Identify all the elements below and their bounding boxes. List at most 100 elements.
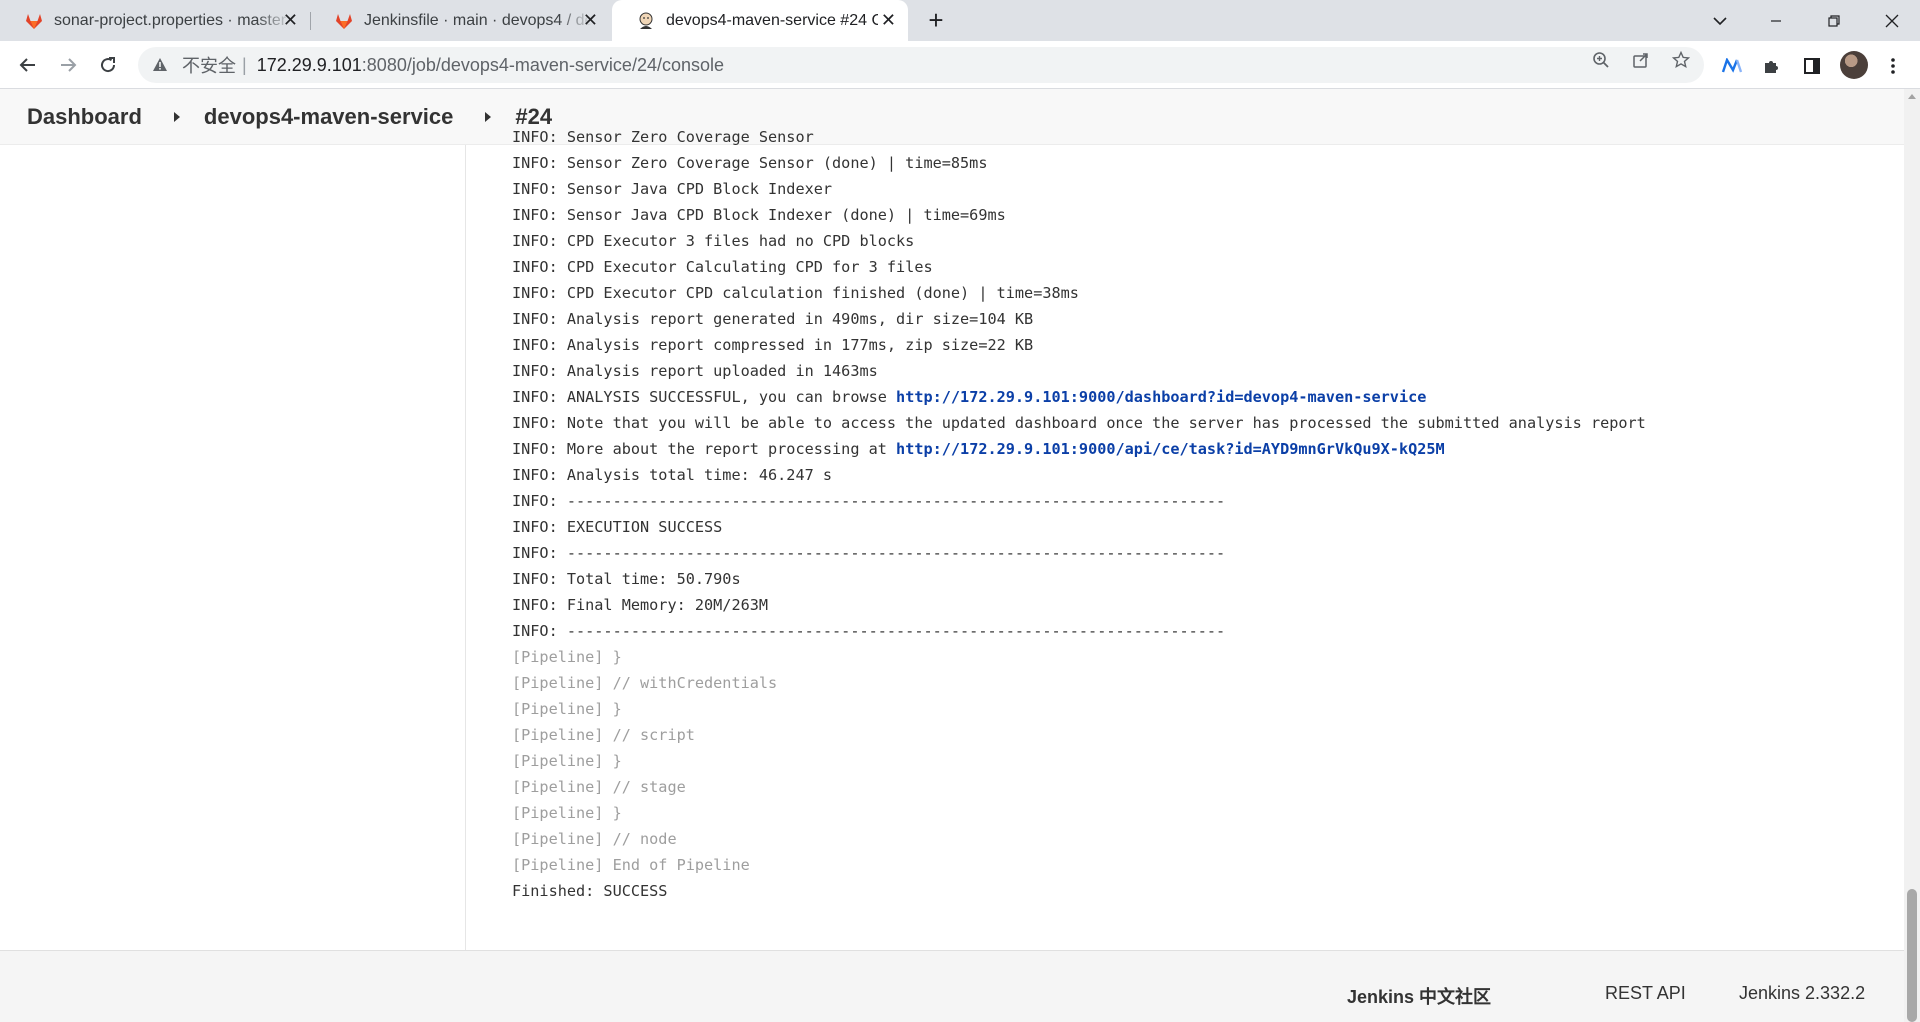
minimize-icon[interactable]	[1748, 0, 1804, 41]
scroll-up-arrow-icon[interactable]	[1908, 94, 1916, 99]
tab-search-icon[interactable]	[1692, 0, 1748, 41]
console-line-text: [Pipeline] }	[512, 700, 622, 718]
browser-tab-sonar[interactable]: sonar-project.properties · master ✕	[0, 0, 310, 41]
gitlab-icon	[336, 13, 352, 29]
gitlab-icon	[26, 13, 42, 29]
footer-community-link[interactable]: Jenkins 中文社区	[1347, 983, 1491, 1009]
console-line-text: INFO: Note that you will be able to acce…	[512, 414, 1646, 432]
console-line: INFO: ----------------------------------…	[512, 488, 1892, 514]
console-line: INFO: ----------------------------------…	[512, 540, 1892, 566]
console-line-text: [Pipeline] }	[512, 648, 622, 666]
console-line: INFO: Sensor Zero Coverage Sensor (done)…	[512, 150, 1892, 176]
console-line: [Pipeline] }	[512, 800, 1892, 826]
console-line-text: INFO: Sensor Zero Coverage Sensor	[512, 128, 814, 146]
reload-icon[interactable]	[92, 49, 124, 81]
extension-n-icon[interactable]	[1721, 55, 1743, 77]
console-line: INFO: Final Memory: 20M/263M	[512, 592, 1892, 618]
console-link[interactable]: http://172.29.9.101:9000/dashboard?id=de…	[896, 388, 1426, 406]
extensions-puzzle-icon[interactable]	[1761, 55, 1783, 77]
zoom-icon[interactable]	[1590, 49, 1612, 71]
console-line-text: [Pipeline] }	[512, 804, 622, 822]
console-line: INFO: CPD Executor Calculating CPD for 3…	[512, 254, 1892, 280]
console-line-text: INFO: CPD Executor 3 files had no CPD bl…	[512, 232, 915, 250]
restore-icon[interactable]	[1806, 0, 1862, 41]
back-icon[interactable]	[12, 49, 44, 81]
security-label: 不安全	[182, 56, 236, 76]
footer-rest-api-link[interactable]: REST API	[1605, 983, 1686, 1004]
browser-tab-strip: sonar-project.properties · master ✕ Jenk…	[0, 0, 1920, 41]
profile-avatar[interactable]	[1840, 51, 1868, 79]
forward-icon[interactable]	[52, 49, 84, 81]
console-line: [Pipeline] // withCredentials	[512, 670, 1892, 696]
console-output: INFO: Sensor Zero Coverage Sensor INFO: S…	[512, 124, 1892, 904]
console-line: INFO: Analysis report generated in 490ms…	[512, 306, 1892, 332]
console-line-text: [Pipeline] }	[512, 752, 622, 770]
console-line: INFO: Sensor Zero Coverage Sensor	[512, 124, 1892, 150]
console-line: [Pipeline] // stage	[512, 774, 1892, 800]
console-line-text: INFO: Sensor Java CPD Block Indexer	[512, 180, 833, 198]
console-line: INFO: Analysis report compressed in 177m…	[512, 332, 1892, 358]
address-bar[interactable]: 不安全 | 172.29.9.101:8080/job/devops4-mave…	[138, 47, 1704, 83]
scrollbar-thumb[interactable]	[1907, 889, 1917, 1022]
console-line-text: INFO: CPD Executor Calculating CPD for 3…	[512, 258, 933, 276]
console-line-text: INFO: Analysis report uploaded in 1463ms	[512, 362, 878, 380]
page-scrollbar[interactable]	[1904, 89, 1920, 1022]
console-line-text: [Pipeline] // script	[512, 726, 695, 744]
console-line: INFO: CPD Executor CPD calculation finis…	[512, 280, 1892, 306]
browser-tab-jenkinsfile[interactable]: Jenkinsfile · main · devops4 / devops4 ✕	[310, 0, 610, 41]
console-line: [Pipeline] // node	[512, 826, 1892, 852]
warning-icon	[153, 58, 167, 71]
console-line-text: INFO: ----------------------------------…	[512, 544, 1226, 562]
console-line: [Pipeline] End of Pipeline	[512, 852, 1892, 878]
console-line: INFO: Analysis report uploaded in 1463ms	[512, 358, 1892, 384]
browser-toolbar: 不安全 | 172.29.9.101:8080/job/devops4-mave…	[0, 41, 1920, 89]
console-line-text: INFO: Analysis report compressed in 177m…	[512, 336, 1034, 354]
console-link[interactable]: http://172.29.9.101:9000/api/ce/task?id=…	[896, 440, 1445, 458]
console-line-text: INFO: Analysis total time: 46.247 s	[512, 466, 833, 484]
close-icon[interactable]: ✕	[881, 10, 896, 31]
close-icon[interactable]: ✕	[583, 10, 598, 31]
console-line: INFO: CPD Executor 3 files had no CPD bl…	[512, 228, 1892, 254]
side-panel	[0, 145, 466, 950]
console-line-text: INFO: EXECUTION SUCCESS	[512, 518, 723, 536]
console-line: INFO: More about the report processing a…	[512, 436, 1892, 462]
console-line-text: Finished: SUCCESS	[512, 882, 668, 900]
address-divider: |	[242, 54, 247, 75]
tab-title: devops4-maven-service #24 Console	[666, 11, 878, 29]
tab-title: Jenkinsfile · main · devops4 / devops4	[364, 11, 592, 29]
console-line-text: INFO: Final Memory: 20M/263M	[512, 596, 769, 614]
close-icon[interactable]: ✕	[283, 10, 298, 31]
chevron-right-icon	[485, 111, 492, 122]
console-line: [Pipeline] }	[512, 748, 1892, 774]
console-line-text: [Pipeline] // withCredentials	[512, 674, 778, 692]
console-line: INFO: Note that you will be able to acce…	[512, 410, 1892, 436]
breadcrumb-job[interactable]: devops4-maven-service	[204, 104, 453, 130]
side-panel-icon[interactable]	[1801, 55, 1823, 77]
url-path: :8080/job/devops4-maven-service/24/conso…	[361, 54, 725, 75]
console-line-text: INFO: Sensor Java CPD Block Indexer (don…	[512, 206, 1006, 224]
console-line: Finished: SUCCESS	[512, 878, 1892, 904]
close-window-icon[interactable]	[1864, 0, 1920, 41]
footer-version[interactable]: Jenkins 2.332.2	[1739, 983, 1865, 1004]
bookmark-star-icon[interactable]	[1670, 49, 1692, 71]
console-line: INFO: ANALYSIS SUCCESSFUL, you can brows…	[512, 384, 1892, 410]
console-line: INFO: EXECUTION SUCCESS	[512, 514, 1892, 540]
console-line-text: [Pipeline] End of Pipeline	[512, 856, 750, 874]
share-icon[interactable]	[1630, 49, 1652, 71]
breadcrumb-dashboard[interactable]: Dashboard	[27, 104, 142, 130]
new-tab-button[interactable]: +	[922, 6, 950, 34]
browser-tab-console[interactable]: devops4-maven-service #24 Console ✕	[612, 0, 908, 41]
console-line-text: INFO: Analysis report generated in 490ms…	[512, 310, 1034, 328]
console-line-text: INFO: CPD Executor CPD calculation finis…	[512, 284, 1079, 302]
menu-kebab-icon[interactable]	[1882, 55, 1904, 77]
console-line-text: INFO: Sensor Zero Coverage Sensor (done)…	[512, 154, 988, 172]
console-line-text: INFO: Total time: 50.790s	[512, 570, 741, 588]
console-line-text: [Pipeline] // node	[512, 830, 677, 848]
console-line: [Pipeline] }	[512, 696, 1892, 722]
url-host: 172.29.9.101	[256, 54, 362, 75]
console-line-text: INFO: ----------------------------------…	[512, 492, 1226, 510]
chevron-right-icon	[173, 111, 180, 122]
console-line: [Pipeline] // script	[512, 722, 1892, 748]
console-line-text: [Pipeline] // stage	[512, 778, 686, 796]
console-line-text: INFO: More about the report processing a…	[512, 440, 897, 458]
